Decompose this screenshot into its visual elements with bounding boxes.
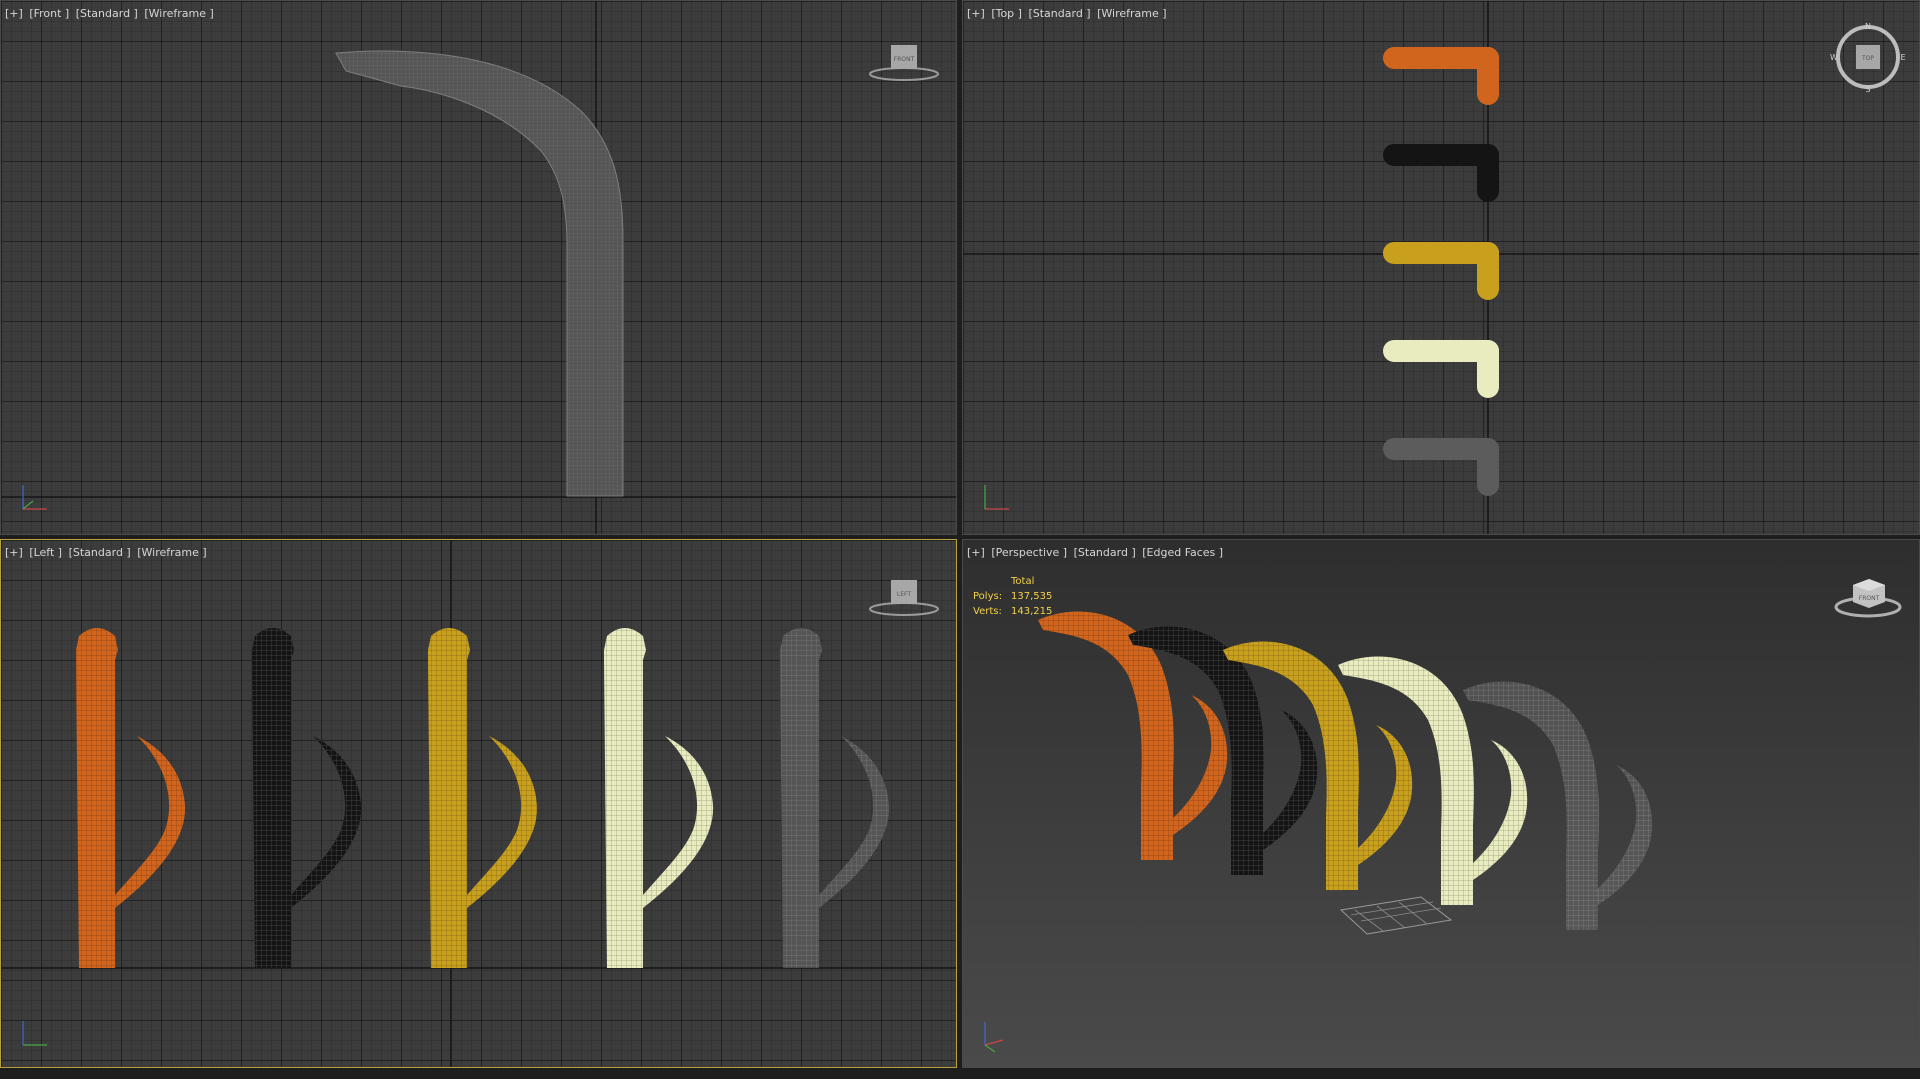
viewcube-label: LEFT (897, 591, 911, 598)
faucet-model-left-cream[interactable] (604, 628, 714, 968)
faucet-model-left-gray[interactable] (780, 628, 890, 968)
front-scene: FRONT (1, 1, 956, 534)
viewport-top[interactable]: [+] [Top ] [Standard ] [Wireframe ] TOP … (962, 0, 1920, 535)
viewcube-label: FRONT (894, 56, 915, 63)
viewcube-label: TOP (1861, 55, 1874, 62)
faucet-model-left-orange[interactable] (76, 628, 186, 968)
viewport-layout: [+] [Front ] [Standard ] [Wireframe ] FR… (0, 0, 1920, 1079)
viewcube-label: FRONT (1859, 595, 1880, 602)
faucet-model-top-orange[interactable] (1383, 47, 1499, 105)
axis-tripod (22, 1021, 47, 1046)
compass-south: S (1865, 85, 1870, 94)
viewcube[interactable]: FRONT (869, 45, 939, 81)
compass-east: E (1900, 53, 1905, 62)
faucet-model-top-gold[interactable] (1383, 242, 1499, 300)
viewcube[interactable]: FRONT (1834, 579, 1902, 618)
faucet-model-front[interactable] (335, 50, 624, 497)
compass-west: W (1830, 53, 1838, 62)
faucet-model-top-black[interactable] (1383, 144, 1499, 202)
left-scene: LEFT (1, 540, 956, 1067)
faucet-model-left-black[interactable] (252, 628, 362, 968)
faucet-model-perspective-gray[interactable] (1463, 681, 1653, 930)
perspective-scene: FRONT (984, 579, 1902, 1053)
viewcube[interactable]: TOP N E S W (1830, 22, 1905, 94)
viewport-front[interactable]: [+] [Front ] [Standard ] [Wireframe ] FR… (0, 0, 957, 535)
viewcube[interactable]: LEFT (869, 580, 939, 616)
viewport-left[interactable]: [+] [Left ] [Standard ] [Wireframe ] LEF… (0, 539, 957, 1068)
selection-grid-gizmo (1339, 896, 1453, 935)
top-scene: TOP N E S W (963, 1, 1919, 534)
faucet-model-top-cream[interactable] (1383, 340, 1499, 398)
axis-tripod (984, 485, 1009, 510)
compass-north: N (1865, 22, 1871, 31)
faucet-model-left-gold[interactable] (428, 628, 538, 968)
faucet-model-top-gray[interactable] (1383, 438, 1499, 496)
viewport-perspective[interactable]: [+] [Perspective ] [Standard ] [Edged Fa… (962, 539, 1920, 1068)
axis-tripod (984, 1022, 1004, 1053)
